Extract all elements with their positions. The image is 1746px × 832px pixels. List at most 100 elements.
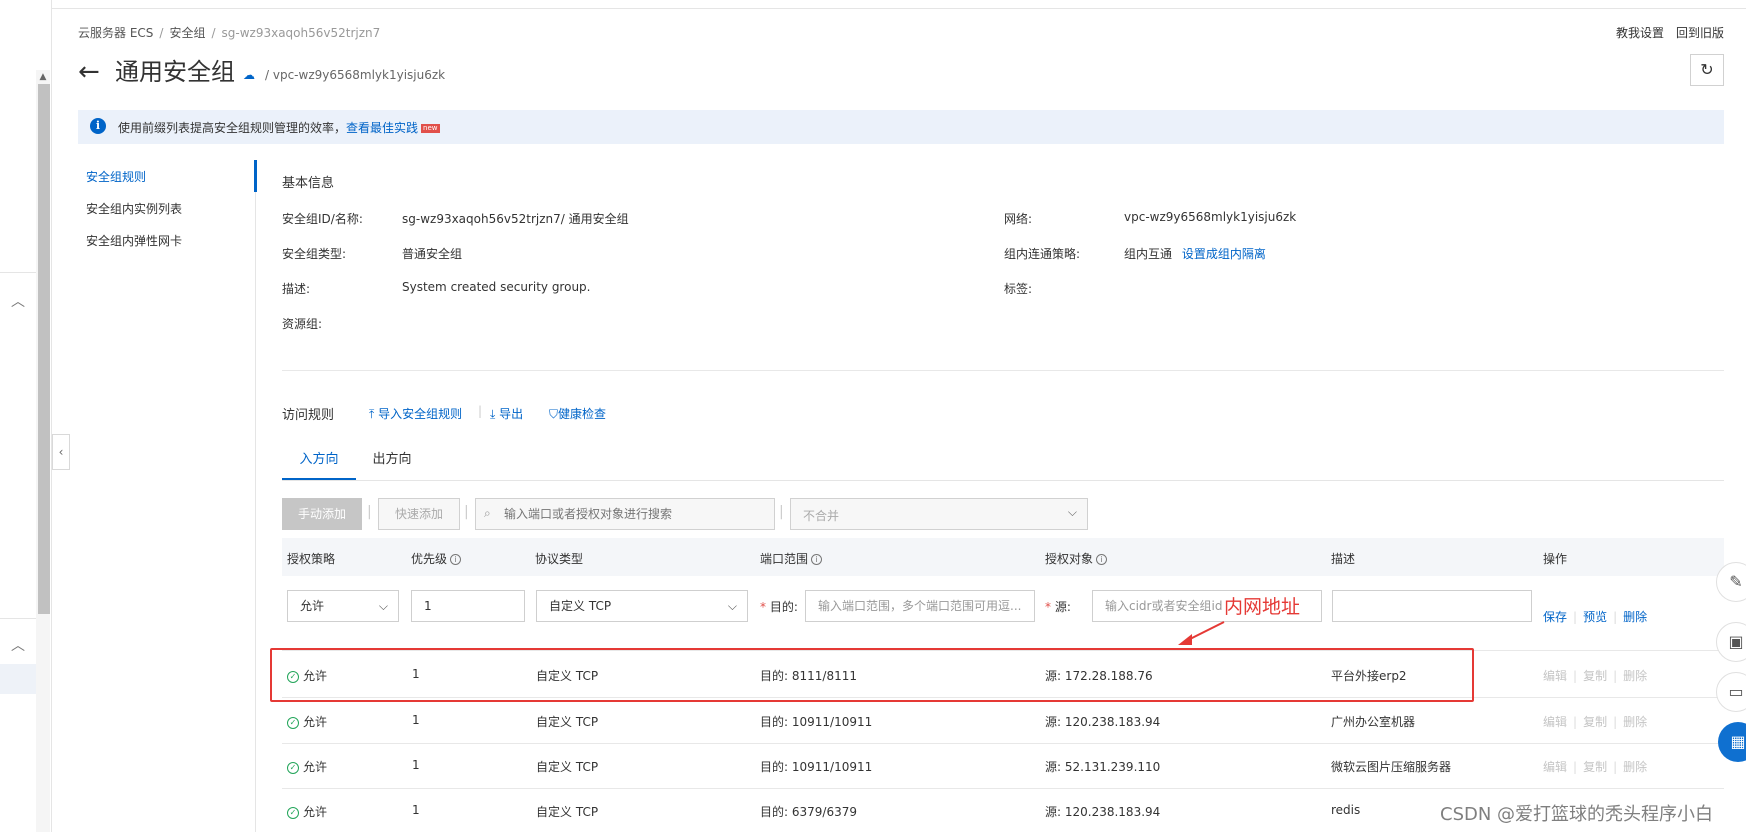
cloud-icon: ☁ — [243, 68, 255, 82]
policy-value: 组内互通 设置成组内隔离 — [1124, 245, 1266, 262]
rule-protocol: 自定义 TCP — [536, 805, 599, 819]
nav-item-instances[interactable]: 安全组内实例列表 — [86, 200, 182, 217]
chevron-up-icon[interactable]: ︿ — [8, 292, 28, 312]
resource-group-label: 资源组: — [282, 317, 323, 331]
chevron-up-icon[interactable]: ︿ — [8, 636, 28, 656]
search-icon: ⌕ — [484, 506, 491, 520]
priority-input[interactable]: 1 — [411, 590, 525, 622]
delete-button[interactable]: 删除 — [1623, 760, 1647, 774]
delete-button[interactable]: 删除 — [1623, 610, 1647, 624]
copy-button[interactable]: 复制 — [1583, 715, 1607, 729]
manual-add-button[interactable]: 手动添加 — [282, 498, 362, 530]
quick-add-button[interactable]: 快速添加 — [378, 498, 460, 530]
network-value: vpc-wz9y6568mlyk1yisju6zk — [1124, 210, 1297, 224]
scroll-up-icon[interactable]: ▲ — [38, 72, 48, 82]
page-title: 通用安全组 — [115, 58, 235, 86]
edit-button[interactable]: 编辑 — [1543, 760, 1567, 774]
old-version-link[interactable]: 回到旧版 — [1676, 26, 1724, 40]
action-separator: | — [464, 504, 469, 520]
nav-item-eni[interactable]: 安全组内弹性网卡 — [86, 232, 182, 249]
info-icon[interactable]: i — [811, 554, 823, 565]
delete-button[interactable]: 删除 — [1623, 715, 1647, 729]
dest-port-input[interactable]: 输入端口范围，多个端口范围可用逗... — [805, 590, 1035, 622]
grid-icon: ▦ — [1730, 732, 1746, 751]
tab-outbound[interactable]: 出方向 — [362, 448, 422, 467]
refresh-button[interactable]: ↻ — [1690, 54, 1724, 86]
op-separator: | — [1573, 760, 1578, 774]
back-arrow-icon[interactable]: ← — [78, 56, 100, 88]
header-policy: 授权策略 — [287, 552, 336, 566]
info-icon[interactable]: i — [450, 554, 462, 565]
header-priority-label: 优先级 — [411, 552, 448, 566]
save-button[interactable]: 保存 — [1543, 610, 1567, 624]
protocol-select[interactable]: 自定义 TCP ⌵ — [536, 590, 748, 622]
tab-inbound[interactable]: 入方向 — [282, 448, 356, 467]
type-label: 安全组类型: — [282, 247, 347, 261]
rule-policy-text: 允许 — [303, 805, 328, 819]
op-separator: | — [1613, 715, 1618, 729]
rule-port: 目的: 10911/10911 — [760, 760, 873, 774]
import-rules-button[interactable]: ⤒ 导入安全组规则 — [369, 405, 462, 422]
preview-button[interactable]: 预览 — [1583, 610, 1607, 624]
breadcrumb-group[interactable]: 安全组 — [169, 26, 205, 40]
rule-policy: ✓ 允许 — [287, 803, 327, 820]
feedback-edit-button[interactable]: ✎ — [1716, 562, 1746, 602]
basic-info-title: 基本信息 — [282, 176, 335, 191]
id-value: sg-wz93xaqoh56v52trjzn7/ 通用安全组 — [402, 212, 629, 226]
tag-label: 标签: — [1004, 282, 1033, 296]
edit-button[interactable]: 编辑 — [1543, 715, 1567, 729]
rule-desc: 广州办公室机器 — [1331, 715, 1416, 729]
check-circle-icon: ✓ — [287, 806, 299, 819]
desc-input[interactable] — [1332, 590, 1532, 622]
tabs-baseline — [282, 480, 1724, 481]
op-separator: | — [1573, 715, 1578, 729]
rule-ops: 编辑 | 复制 | 删除 — [1543, 713, 1647, 730]
chevron-down-icon: ⌵ — [378, 599, 388, 613]
refresh-icon: ↻ — [1700, 60, 1714, 79]
policy-value-text: 组内互通 — [1124, 247, 1173, 261]
breadcrumb-ecs[interactable]: 云服务器 ECS — [78, 26, 153, 40]
delete-button[interactable]: 删除 — [1623, 669, 1647, 683]
header-protocol: 协议类型 — [535, 552, 584, 566]
merge-select[interactable]: 不合并 ⌵ — [790, 498, 1088, 530]
info-icon[interactable]: i — [1096, 554, 1108, 565]
chevron-down-icon: ⌵ — [1067, 505, 1077, 519]
table-row[interactable]: ✓ 允许 1 自定义 TCP 目的: 10911/10911 源: 120.238… — [282, 698, 1724, 742]
section-divider — [282, 370, 1724, 371]
info-icon: i — [90, 118, 106, 134]
policy-label: 组内连通策略: — [1004, 247, 1081, 261]
protocol-select-value: 自定义 TCP — [549, 599, 612, 613]
search-input[interactable] — [504, 499, 770, 529]
strip-selected-item[interactable] — [0, 664, 36, 694]
scrollbar-thumb[interactable] — [38, 84, 50, 614]
annotation-highlight-box — [270, 648, 1474, 702]
health-check-button[interactable]: ⛉健康检查 — [549, 405, 606, 422]
rule-priority: 1 — [412, 803, 420, 817]
add-row-ops: 保存 | 预览 | 删除 — [1543, 608, 1647, 625]
collapse-sidebar-button[interactable]: ‹ — [52, 434, 70, 470]
copy-button[interactable]: 复制 — [1583, 669, 1607, 683]
nav-divider — [255, 160, 256, 832]
rule-ops: 编辑 | 复制 | 删除 — [1543, 758, 1647, 775]
required-star: * — [760, 600, 770, 614]
breadcrumb: 云服务器 ECS / 安全组 / sg-wz93xaqoh56v52trjzn7 — [78, 24, 380, 42]
rule-source: 源: 52.131.239.110 — [1045, 760, 1161, 774]
source-placeholder: 输入cidr或者安全组id — [1105, 599, 1223, 613]
export-label: 导出 — [499, 407, 524, 421]
table-row[interactable]: ✓ 允许 1 自定义 TCP 目的: 10911/10911 源: 52.131.… — [282, 744, 1724, 788]
set-isolation-link[interactable]: 设置成组内隔离 — [1182, 247, 1266, 261]
best-practice-link[interactable]: 查看最佳实践 — [346, 121, 418, 135]
header-priority: 优先级 i — [411, 550, 462, 567]
rule-protocol: 自定义 TCP — [536, 760, 599, 774]
guide-link[interactable]: 教我设置 — [1616, 26, 1664, 40]
export-button[interactable]: ⤓ 导出 — [490, 405, 523, 422]
policy-select[interactable]: 允许 ⌵ — [287, 590, 399, 622]
strip-divider — [0, 618, 36, 619]
rule-priority: 1 — [412, 713, 420, 727]
op-separator: | — [1613, 610, 1618, 624]
edit-button[interactable]: 编辑 — [1543, 669, 1567, 683]
src-label-text: 源: — [1054, 600, 1071, 614]
copy-button[interactable]: 复制 — [1583, 760, 1607, 774]
header-desc: 描述 — [1331, 552, 1356, 566]
nav-item-rules[interactable]: 安全组规则 — [86, 168, 146, 185]
